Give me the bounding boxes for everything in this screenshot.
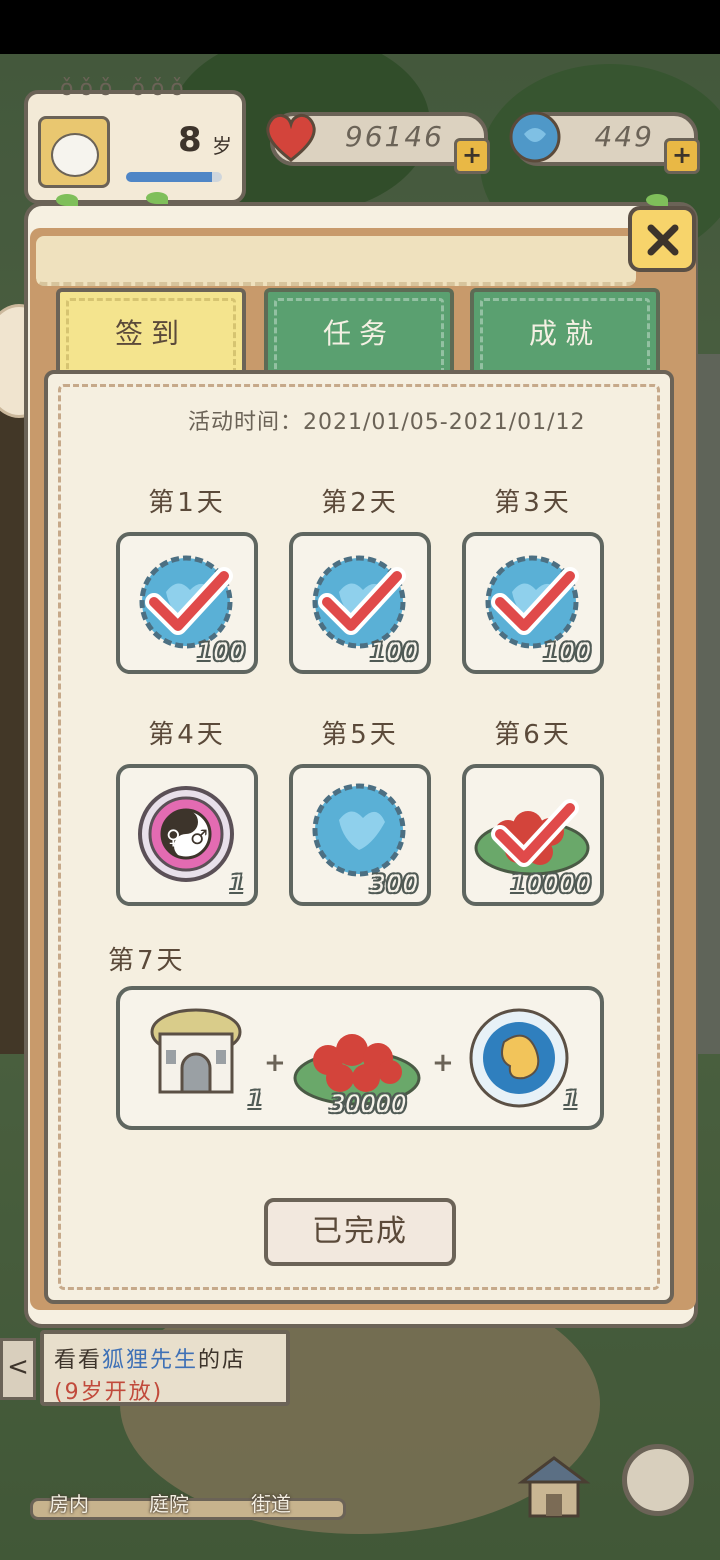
nav-yard[interactable]: 庭院 xyxy=(134,1488,204,1520)
reward-card-day1[interactable]: 100 xyxy=(116,532,258,674)
clovers-counter: 449 + xyxy=(509,111,700,174)
house-icon[interactable] xyxy=(516,1452,592,1524)
day-label: 第6天 xyxy=(494,720,572,750)
reward-qty: 1 xyxy=(564,1086,580,1114)
close-icon xyxy=(647,224,679,256)
day-label: 第1天 xyxy=(148,488,226,518)
reward-card-day6[interactable]: 10000 xyxy=(462,764,604,906)
reward-qty: 30000 xyxy=(330,1090,407,1118)
reward-qty: 1 xyxy=(248,1086,264,1114)
hearts-value: 96146 xyxy=(344,120,444,153)
age-value: 8 xyxy=(178,120,202,160)
reward-qty: 1 xyxy=(229,870,246,898)
tab-tasks[interactable]: 任务 xyxy=(264,288,454,374)
close-button[interactable] xyxy=(628,206,696,272)
day-label: 第5天 xyxy=(321,720,399,750)
svg-text:♀: ♀ xyxy=(166,825,181,849)
status-bar xyxy=(0,0,720,54)
clover-icon xyxy=(509,111,561,163)
cottage-icon xyxy=(150,1008,242,1094)
shop-sign[interactable]: 看看狐狸先生的店 (9岁开放) xyxy=(40,1330,290,1406)
add-clovers-button[interactable]: + xyxy=(664,138,700,174)
embryo-icon xyxy=(469,1008,569,1108)
heart-icon xyxy=(266,114,316,162)
age-unit: 岁 xyxy=(212,134,232,158)
reward-qty: 300 xyxy=(370,870,419,898)
tab-checkin[interactable]: 签到 xyxy=(56,288,246,374)
plus-sign: + xyxy=(264,1048,286,1078)
reward-card-day2[interactable]: 100 xyxy=(289,532,431,674)
exit-icon[interactable] xyxy=(622,1444,694,1516)
nav-room[interactable]: 房内 xyxy=(34,1488,104,1520)
event-time: 活动时间：2021/01/05-2021/01/12 xyxy=(188,410,586,435)
add-hearts-button[interactable]: + xyxy=(454,138,490,174)
reward-card-day4[interactable]: ♀ ♂ 1 xyxy=(116,764,258,906)
reward-qty: 100 xyxy=(197,638,246,666)
plus-sign: + xyxy=(432,1048,454,1078)
reward-card-day5[interactable]: 300 xyxy=(289,764,431,906)
back-arrow-button[interactable]: < xyxy=(0,1338,36,1400)
nav-street[interactable]: 街道 xyxy=(236,1488,306,1520)
calendar-rings-icon: ǒǒǒ ǒǒǒ xyxy=(60,76,190,101)
day-label: 第4天 xyxy=(148,720,226,750)
reward-qty: 10000 xyxy=(510,870,592,898)
tab-achievements[interactable]: 成就 xyxy=(470,288,660,374)
player-avatar xyxy=(38,116,110,188)
reward-card-day7[interactable]: 1 + 30000 + 1 xyxy=(116,986,604,1130)
shop-sign-line2: (9岁开放) xyxy=(54,1380,164,1405)
reward-qty: 100 xyxy=(370,638,419,666)
day-label: 第7天 xyxy=(108,946,186,976)
day-label: 第2天 xyxy=(321,488,399,518)
reward-qty: 100 xyxy=(543,638,592,666)
completed-button[interactable]: 已完成 xyxy=(264,1198,456,1266)
hearts-counter: 96146 + xyxy=(266,112,490,174)
reward-card-day3[interactable]: 100 xyxy=(462,532,604,674)
scene-nav: 房内 庭院 街道 xyxy=(30,1440,346,1530)
age-badge[interactable]: ǒǒǒ ǒǒǒ 8 岁 xyxy=(24,76,246,204)
shop-sign-line1: 看看狐狸先生的店 xyxy=(54,1348,247,1373)
clovers-value: 449 xyxy=(594,120,654,153)
day-label: 第3天 xyxy=(494,488,572,518)
svg-text:♂: ♂ xyxy=(190,825,208,849)
age-progress-bar xyxy=(126,172,222,182)
